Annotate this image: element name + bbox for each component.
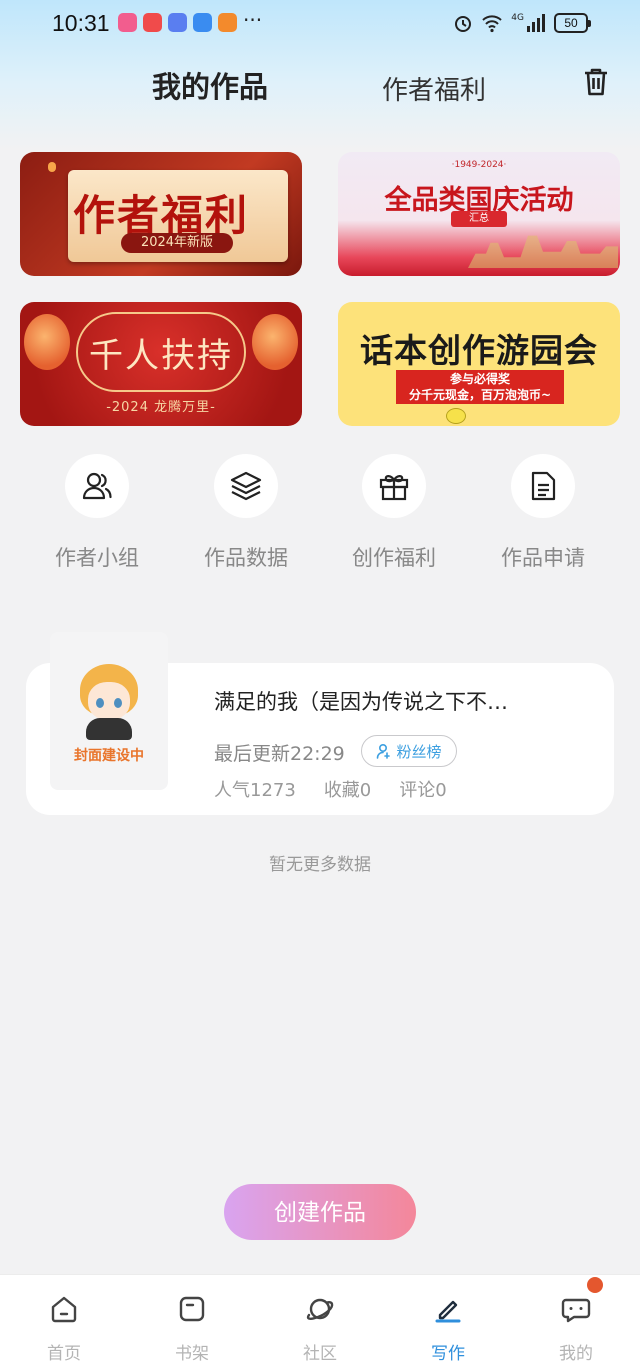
quick-action-circle — [511, 454, 575, 518]
create-work-button[interactable]: 创建作品 — [224, 1184, 416, 1240]
quick-action-label: 作品数据 — [204, 546, 288, 570]
banner-subtitle-line-1: 参与必得奖 — [449, 372, 510, 386]
city-skyline-decoration — [468, 235, 618, 268]
nav-community[interactable]: 社区 — [280, 1293, 360, 1364]
message-icon — [561, 1298, 591, 1323]
quick-action-circle — [65, 454, 129, 518]
quick-action-label: 作者小组 — [55, 546, 139, 570]
tab-author-welfare[interactable]: 作者福利 — [382, 70, 486, 107]
quick-action-label: 创作福利 — [352, 546, 436, 570]
tab-my-works[interactable]: 我的作品 — [152, 64, 268, 106]
wifi-icon — [482, 15, 502, 33]
pen-icon — [435, 1300, 461, 1323]
banner-thousand-support[interactable]: 千人扶持 -2024 龙腾万里- — [20, 302, 302, 426]
cover-character-eye — [114, 698, 122, 708]
nav-writing[interactable]: 写作 — [408, 1293, 488, 1364]
bottom-navigation: 首页 书架 社区 写作 我的 — [0, 1274, 640, 1370]
music-app-icon — [168, 13, 187, 32]
cover-character-body — [86, 718, 132, 740]
cover-placeholder-text: 封面建设中 — [74, 748, 144, 764]
banner-subtitle: 参与必得奖 分千元现金，百万泡泡币~ — [396, 370, 564, 404]
bulb-app-icon — [193, 13, 212, 32]
banner-title: 千人扶持 — [89, 336, 233, 376]
cover-character-eye — [96, 698, 104, 708]
banner-top-text: ·1949-2024· — [451, 160, 507, 170]
banner-subtitle: -2024 龙腾万里- — [106, 400, 216, 415]
notification-badge — [587, 1277, 603, 1293]
red-app-icon — [143, 13, 162, 32]
work-title[interactable]: 满足的我（是因为传说之下不… — [214, 686, 574, 716]
cover-character-face — [88, 682, 130, 720]
battery-indicator: 50 — [554, 13, 591, 33]
planet-icon — [306, 1298, 334, 1320]
nav-mine[interactable]: 我的 — [536, 1293, 616, 1364]
fans-ranking-button[interactable]: 粉丝榜 — [361, 735, 457, 767]
nav-label: 写作 — [431, 1344, 465, 1364]
nav-home[interactable]: 首页 — [24, 1293, 104, 1364]
quick-action-work-data[interactable]: 作品数据 — [186, 454, 306, 572]
nav-bookshelf[interactable]: 书架 — [152, 1293, 232, 1364]
no-more-data-text: 暂无更多数据 — [269, 855, 371, 875]
quick-action-creation-welfare[interactable]: 创作福利 — [334, 454, 454, 572]
emoji-decoration — [446, 408, 466, 424]
status-time: 10:31 — [52, 10, 110, 36]
notification-icons — [118, 13, 237, 32]
quick-action-circle — [214, 454, 278, 518]
quick-action-circle — [362, 454, 426, 518]
document-icon — [531, 471, 556, 501]
work-last-updated: 最后更新22:29 — [214, 743, 345, 765]
banner-subtitle-line-2: 分千元现金，百万泡泡币~ — [408, 388, 552, 402]
video-app-icon — [218, 13, 237, 32]
users-icon — [82, 472, 112, 500]
nav-label: 书架 — [175, 1344, 209, 1364]
lantern-decoration — [48, 162, 56, 172]
work-stats: 人气1273 收藏0 评论0 — [214, 776, 447, 802]
banner-title: 话本创作游园会 — [360, 331, 598, 370]
popularity-count: 人气1273 — [214, 780, 296, 801]
gift-icon — [379, 475, 409, 501]
banner-creation-fair[interactable]: 话本创作游园会 参与必得奖 分千元现金，百万泡泡币~ — [338, 302, 620, 426]
comments-count: 评论0 — [399, 780, 447, 801]
bookshelf-icon — [179, 1296, 205, 1322]
banner-subtitle: 2024年新版 — [121, 233, 233, 253]
quick-action-work-application[interactable]: 作品申请 — [483, 454, 603, 572]
alarm-icon — [455, 16, 472, 32]
nav-label: 社区 — [303, 1344, 337, 1364]
favorites-count: 收藏0 — [323, 780, 372, 801]
nav-label: 我的 — [559, 1344, 593, 1364]
bilibili-app-icon — [118, 13, 137, 32]
person-icon — [377, 743, 391, 759]
quick-action-label: 作品申请 — [501, 546, 585, 570]
fans-ranking-label: 粉丝榜 — [396, 742, 442, 761]
banner-national-day[interactable]: ·1949-2024· 全品类国庆活动 汇总 — [338, 152, 620, 276]
status-bar: 10:31 ··· 4G 50 — [0, 0, 640, 48]
banner-author-welfare[interactable]: 作者福利 2024年新版 — [20, 152, 302, 276]
more-notifications-icon: ··· — [243, 8, 263, 32]
layers-icon — [230, 471, 262, 501]
banner-subtitle: 汇总 — [451, 211, 507, 227]
system-icons: 4G 50 — [453, 13, 591, 33]
nav-label: 首页 — [47, 1344, 81, 1364]
home-icon — [51, 1296, 77, 1323]
trash-icon[interactable] — [578, 64, 614, 100]
signal-icon — [527, 14, 545, 32]
network-type: 4G — [511, 13, 524, 23]
work-cover[interactable]: 封面建设中 — [50, 632, 168, 790]
quick-action-author-group[interactable]: 作者小组 — [37, 454, 157, 572]
